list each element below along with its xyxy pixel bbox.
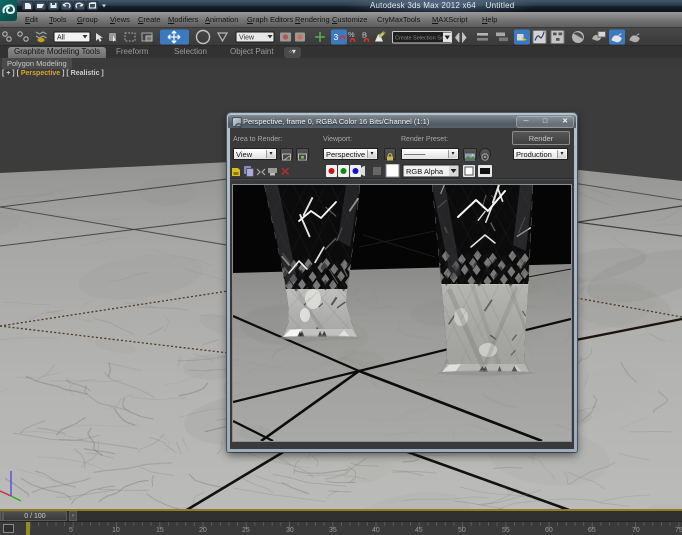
svg-text:Create Selection Se: Create Selection Se [395,36,444,42]
svg-text:3: 3 [334,32,339,42]
svg-text:All: All [57,35,65,42]
svg-text:%: % [348,30,355,39]
svg-text:View: View [239,35,255,42]
svg-text:RGB Alpha: RGB Alpha [406,167,444,176]
